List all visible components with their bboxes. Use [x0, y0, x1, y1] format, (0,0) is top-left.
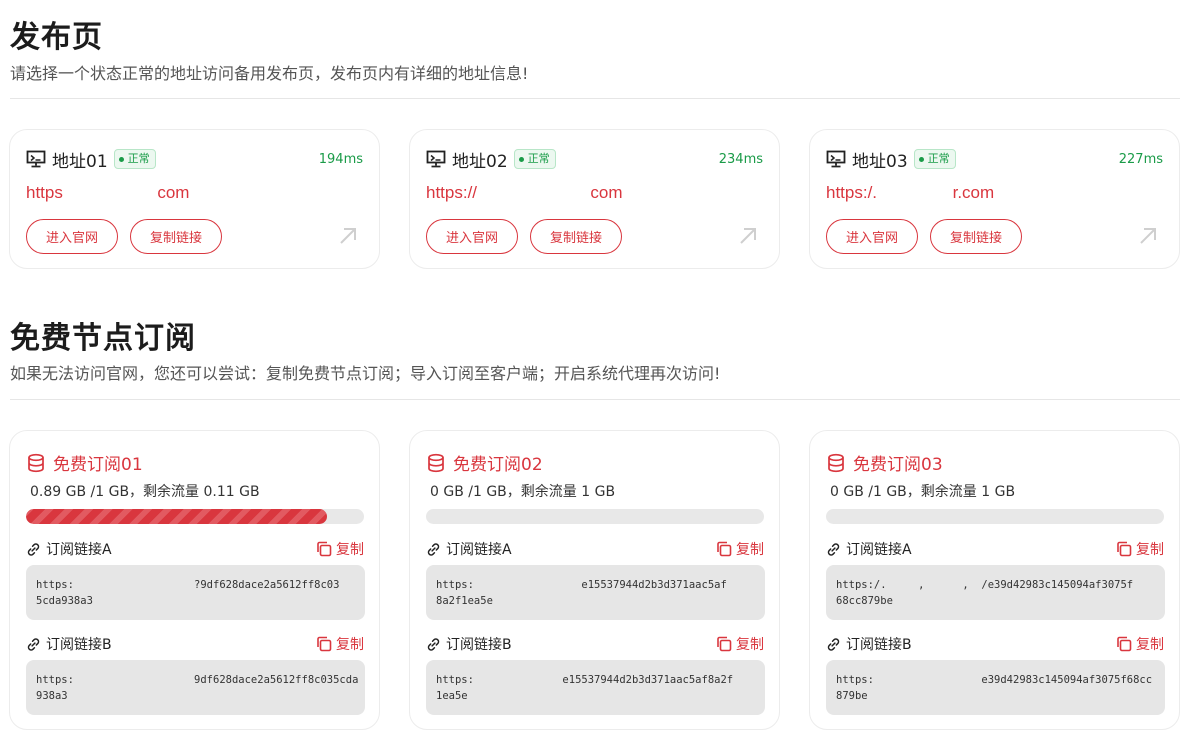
traffic-usage: 0.89 GB /1 GB，剩余流量 0.11 GB	[30, 484, 260, 500]
status-badge: 正常	[513, 149, 556, 169]
copy-link-button[interactable]: 复制链接	[930, 219, 1022, 254]
publish-card-1: 地址01 正常 194ms https com 进入官网 复制链接	[9, 129, 380, 269]
copy-link-b-button[interactable]: 复制	[316, 634, 364, 654]
copy-link-b-button[interactable]: 复制	[1116, 634, 1164, 654]
copy-icon	[317, 541, 332, 557]
copy-link-button[interactable]: 复制链接	[130, 219, 222, 254]
copy-icon	[317, 636, 332, 652]
arrow-up-right-icon[interactable]	[337, 225, 359, 247]
status-badge: 正常	[113, 149, 156, 169]
database-icon	[28, 453, 44, 472]
link-b-label: 订阅链接B	[826, 634, 912, 654]
traffic-progress-bar	[426, 509, 764, 524]
copy-icon	[717, 636, 732, 652]
link-icon	[427, 637, 440, 651]
publish-card-2: 地址02 正常 234ms https:// com 进入官网 复制链接	[409, 129, 780, 269]
status-dot-icon	[518, 156, 524, 162]
link-icon	[27, 637, 40, 651]
subscription-url-a[interactable]: https: e15537944d2b3d371aac5af 8a2f1ea5e	[426, 565, 765, 620]
copy-link-button[interactable]: 复制链接	[530, 219, 622, 254]
enter-site-button[interactable]: 进入官网	[26, 219, 118, 254]
subscription-url-a[interactable]: https:/. , , /e39d42983c145094af3075f 68…	[826, 565, 1165, 620]
copy-icon	[717, 541, 732, 557]
publish-section-desc: 请选择一个状态正常的地址访问备用发布页，发布页内有详细的地址信息!	[10, 64, 529, 83]
copy-link-a-button[interactable]: 复制	[316, 539, 364, 559]
subscription-card-2: 免费订阅02 0 GB /1 GB，剩余流量 1 GB 订阅链接A 复制 htt…	[409, 430, 780, 730]
link-a-label: 订阅链接A	[426, 539, 512, 559]
subscription-url-b[interactable]: https: 9df628dace2a5612ff8c035cda 938a3	[26, 660, 365, 715]
publish-card-3: 地址03 正常 227ms https:/. r.com 进入官网 复制链接	[809, 129, 1180, 269]
latency-value: 234ms	[718, 151, 763, 167]
subscribe-section-title: 免费节点订阅	[10, 321, 196, 356]
subscription-url-a[interactable]: https: ?9df628dace2a5612ff8c03 5cda938a3	[26, 565, 365, 620]
monitor-icon	[826, 150, 846, 168]
arrow-up-right-icon[interactable]	[1137, 225, 1159, 247]
latency-value: 227ms	[1118, 151, 1163, 167]
status-dot-icon	[118, 156, 124, 162]
publish-url[interactable]: https:// com	[426, 183, 756, 203]
enter-site-button[interactable]: 进入官网	[426, 219, 518, 254]
subscription-name: 免费订阅01	[53, 455, 143, 475]
subscription-card-3: 免费订阅03 0 GB /1 GB，剩余流量 1 GB 订阅链接A 复制 htt…	[809, 430, 1180, 730]
copy-link-a-button[interactable]: 复制	[716, 539, 764, 559]
database-icon	[828, 453, 844, 472]
publish-section-title: 发布页	[10, 20, 103, 55]
divider	[10, 399, 1180, 400]
publish-card-name: 地址03	[852, 151, 908, 172]
traffic-progress-bar	[826, 509, 1164, 524]
link-icon	[827, 542, 840, 556]
monitor-icon	[426, 150, 446, 168]
database-icon	[428, 453, 444, 472]
publish-url[interactable]: https:/. r.com	[826, 183, 1156, 203]
subscription-url-b[interactable]: https: e39d42983c145094af3075f68cc 879be	[826, 660, 1165, 715]
traffic-usage: 0 GB /1 GB，剩余流量 1 GB	[830, 484, 1016, 500]
status-dot-icon	[918, 156, 924, 162]
link-icon	[827, 637, 840, 651]
copy-icon	[1117, 541, 1132, 557]
copy-icon	[1117, 636, 1132, 652]
arrow-up-right-icon[interactable]	[737, 225, 759, 247]
traffic-progress-bar	[26, 509, 364, 524]
traffic-usage: 0 GB /1 GB，剩余流量 1 GB	[430, 484, 616, 500]
link-a-label: 订阅链接A	[826, 539, 912, 559]
enter-site-button[interactable]: 进入官网	[826, 219, 918, 254]
subscription-card-1: 免费订阅01 0.89 GB /1 GB，剩余流量 0.11 GB 订阅链接A …	[9, 430, 380, 730]
copy-link-b-button[interactable]: 复制	[716, 634, 764, 654]
subscription-url-b[interactable]: https: e15537944d2b3d371aac5af8a2f 1ea5e	[426, 660, 765, 715]
progress-fill	[26, 509, 327, 524]
publish-card-name: 地址02	[452, 151, 508, 172]
publish-url[interactable]: https com	[26, 183, 356, 203]
copy-link-a-button[interactable]: 复制	[1116, 539, 1164, 559]
link-a-label: 订阅链接A	[26, 539, 112, 559]
latency-value: 194ms	[318, 151, 363, 167]
link-icon	[27, 542, 40, 556]
status-badge: 正常	[913, 149, 956, 169]
link-b-label: 订阅链接B	[426, 634, 512, 654]
monitor-icon	[26, 150, 46, 168]
publish-card-name: 地址01	[52, 151, 108, 172]
subscription-name: 免费订阅02	[453, 455, 543, 475]
subscribe-section-desc: 如果无法访问官网，您还可以尝试：复制免费节点订阅；导入订阅至客户端；开启系统代理…	[10, 364, 721, 383]
divider	[10, 98, 1180, 99]
subscription-name: 免费订阅03	[853, 455, 943, 475]
link-icon	[427, 542, 440, 556]
link-b-label: 订阅链接B	[26, 634, 112, 654]
